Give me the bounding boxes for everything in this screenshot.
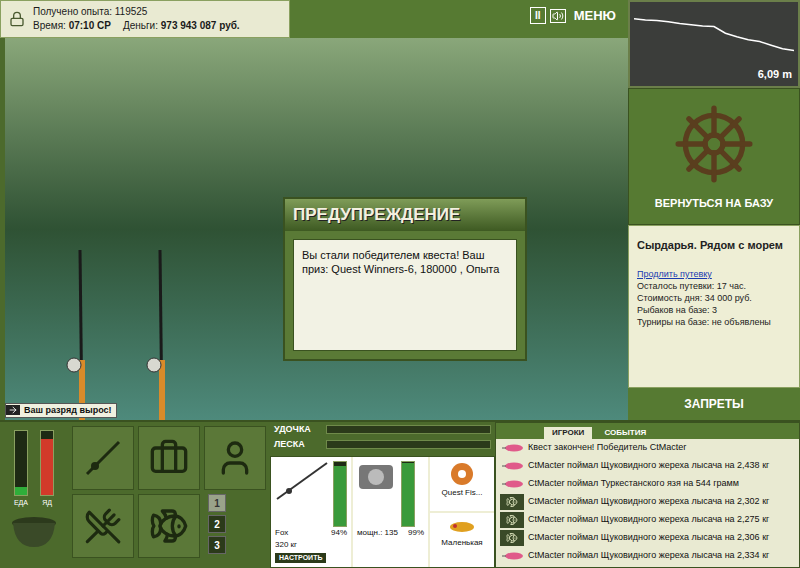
money: Деньги: 973 943 087 руб. xyxy=(123,19,240,33)
tension-label: УДОЧКА xyxy=(274,423,322,437)
event-row: CtMacter поймал Щуковидного жереха лысач… xyxy=(500,511,795,529)
fish-icon xyxy=(506,532,518,544)
lure-icon xyxy=(447,517,477,537)
fisherman-icon xyxy=(215,438,255,478)
fish-icon xyxy=(506,496,518,508)
rank-notice[interactable]: Ваш разряд вырос! xyxy=(5,403,117,419)
base-place: Сырдарья. Рядом с морем xyxy=(637,238,791,252)
lure-icon xyxy=(500,460,524,472)
knife-fork-icon xyxy=(84,507,122,545)
tackle-set-button[interactable]: 3 xyxy=(208,536,226,554)
lure-slot[interactable]: Маленькая xyxy=(430,513,494,567)
lure-icon xyxy=(500,478,524,490)
tackle-set-button[interactable]: 2 xyxy=(208,515,226,533)
pause-button[interactable]: II xyxy=(530,7,546,24)
reel-power: мощн.: 135 xyxy=(357,527,398,539)
base-stat: Турниры на базе: не объявлены xyxy=(637,316,791,328)
line-slot[interactable]: Quest Fis... xyxy=(430,457,494,511)
fish-tile[interactable] xyxy=(138,494,200,558)
arrow-icon xyxy=(8,405,18,415)
reel-slot[interactable]: мощн.: 135 99% xyxy=(353,457,428,567)
depth-chart: 6,09 m xyxy=(628,0,800,88)
event-row: CtMacter поймал Щуковидного жереха лысач… xyxy=(500,547,795,565)
experience: Получено опыта: 119525 xyxy=(33,5,240,19)
lure-icon xyxy=(500,442,524,454)
dialog-title: ПРЕДУПРЕЖДЕНИЕ xyxy=(285,199,525,231)
rod-strength: 320 кг xyxy=(275,539,347,551)
event-text: CtMacter поймал Щуковидного жереха лысач… xyxy=(528,495,769,509)
scene-photo: ПРЕДУПРЕЖДЕНИЕ Вы стали победителем квест… xyxy=(5,38,628,420)
time: Время: 07:10 СР xyxy=(33,19,111,33)
game-screen: Получено опыта: 119525Время: 07:10 СР Ден… xyxy=(0,0,800,568)
lure-name: Маленькая xyxy=(441,537,482,549)
line-spool-icon xyxy=(447,461,477,487)
events-tab[interactable]: СОБЫТИЯ xyxy=(596,427,654,439)
fisherman-tile[interactable] xyxy=(204,426,266,490)
event-text: CtMacter поймал Щуковидного жереха лысач… xyxy=(528,531,769,545)
rod-wear: 94% xyxy=(331,527,347,539)
sound-button[interactable] xyxy=(550,9,566,23)
fish-icon xyxy=(506,514,518,526)
return-base-panel[interactable]: ВЕРНУТЬСЯ НА БАЗУ xyxy=(628,88,800,225)
lock-icon[interactable] xyxy=(9,11,25,27)
events-tab[interactable]: ИГРОКИ xyxy=(544,427,592,439)
tension-label: ЛЕСКА xyxy=(274,438,322,452)
menu-button[interactable]: МЕНЮ xyxy=(570,6,620,26)
bans-button[interactable]: ЗАПРЕТЫ xyxy=(628,388,800,420)
rod-slot[interactable]: Fox 94%320 кг НАСТРОИТЬ xyxy=(271,457,351,567)
sound-icon xyxy=(552,10,564,22)
food-tile[interactable] xyxy=(72,494,134,558)
warning-dialog: ПРЕДУПРЕЖДЕНИЕ Вы стали победителем квест… xyxy=(283,197,527,361)
need-label: ЕДА xyxy=(14,498,28,509)
event-row: CtMacter поймал Щуковидного жереха лысач… xyxy=(500,529,795,547)
reel-icon xyxy=(357,461,397,493)
need-bar xyxy=(40,430,54,496)
tackle-box-tile[interactable] xyxy=(138,426,200,490)
event-text: CtMacter поймал Щуковидного жереха лысач… xyxy=(528,513,769,527)
rod-icon xyxy=(83,438,123,478)
event-row: Квест закончен! Победитель CtMacter xyxy=(500,439,795,457)
event-text: CtMacter поймал Щуковидного жереха лысач… xyxy=(528,549,769,563)
depth-reading: 6,09 m xyxy=(758,66,792,83)
reel-wear: 99% xyxy=(408,527,424,539)
needs-panel: ЕДА ЯД xyxy=(0,422,68,568)
fish-icon xyxy=(149,506,189,546)
lure-icon xyxy=(500,550,524,562)
event-text: Квест закончен! Победитель CtMacter xyxy=(528,441,686,455)
event-text: CtMacter поймал Щуковидного жереха лысач… xyxy=(528,459,769,473)
top-bar: Получено опыта: 119525Время: 07:10 СР Ден… xyxy=(0,0,628,38)
need-label: ЯД xyxy=(42,498,52,509)
rod-name: Fox xyxy=(275,527,288,539)
events-panel: ИГРОКИ СОБЫТИЯ Квест закончен! Победитель … xyxy=(495,422,800,568)
extend-link[interactable]: Продлить путевку xyxy=(637,268,791,280)
base-info: Сырдарья. Рядом с морем Продлить путевкуО… xyxy=(628,225,800,388)
base-stat: Рыбаков на базе: 3 xyxy=(637,304,791,316)
tension-bar xyxy=(326,425,491,434)
rod-tile[interactable] xyxy=(72,426,134,490)
rod-wear-bar xyxy=(333,461,347,527)
event-row: CtMacter поймал Щуковидного жереха лысач… xyxy=(500,457,795,475)
tension-bar xyxy=(326,440,491,449)
dialog-message: Вы стали победителем квеста! Ваш приз: Q… xyxy=(293,239,517,351)
event-row: CtMacter поймал Туркестанского язя на 54… xyxy=(500,475,795,493)
tackle-box-icon xyxy=(149,438,189,478)
base-stat: Стоимость дня: 34 000 руб. xyxy=(637,292,791,304)
return-base-button[interactable]: ВЕРНУТЬСЯ НА БАЗУ xyxy=(655,195,773,212)
reel-wear-bar xyxy=(401,461,415,527)
rod-icon xyxy=(275,461,329,501)
depth-line-chart xyxy=(634,6,794,76)
tackle-set-button[interactable]: 1 xyxy=(208,494,226,512)
setup-button[interactable]: НАСТРОИТЬ xyxy=(275,553,326,564)
ship-wheel-icon xyxy=(671,101,757,187)
event-text: CtMacter поймал Туркестанского язя на 54… xyxy=(528,477,739,491)
hud-panel: Получено опыта: 119525Время: 07:10 СР Ден… xyxy=(0,0,290,38)
rods-icon xyxy=(60,250,190,420)
base-stat: Осталось путевки: 17 час. xyxy=(637,280,791,292)
need-bar xyxy=(14,430,28,496)
event-row: CtMacter поймал Щуковидного жереха лысач… xyxy=(500,493,795,511)
line-name: Quest Fis... xyxy=(442,487,483,499)
pot-icon[interactable] xyxy=(9,513,59,549)
